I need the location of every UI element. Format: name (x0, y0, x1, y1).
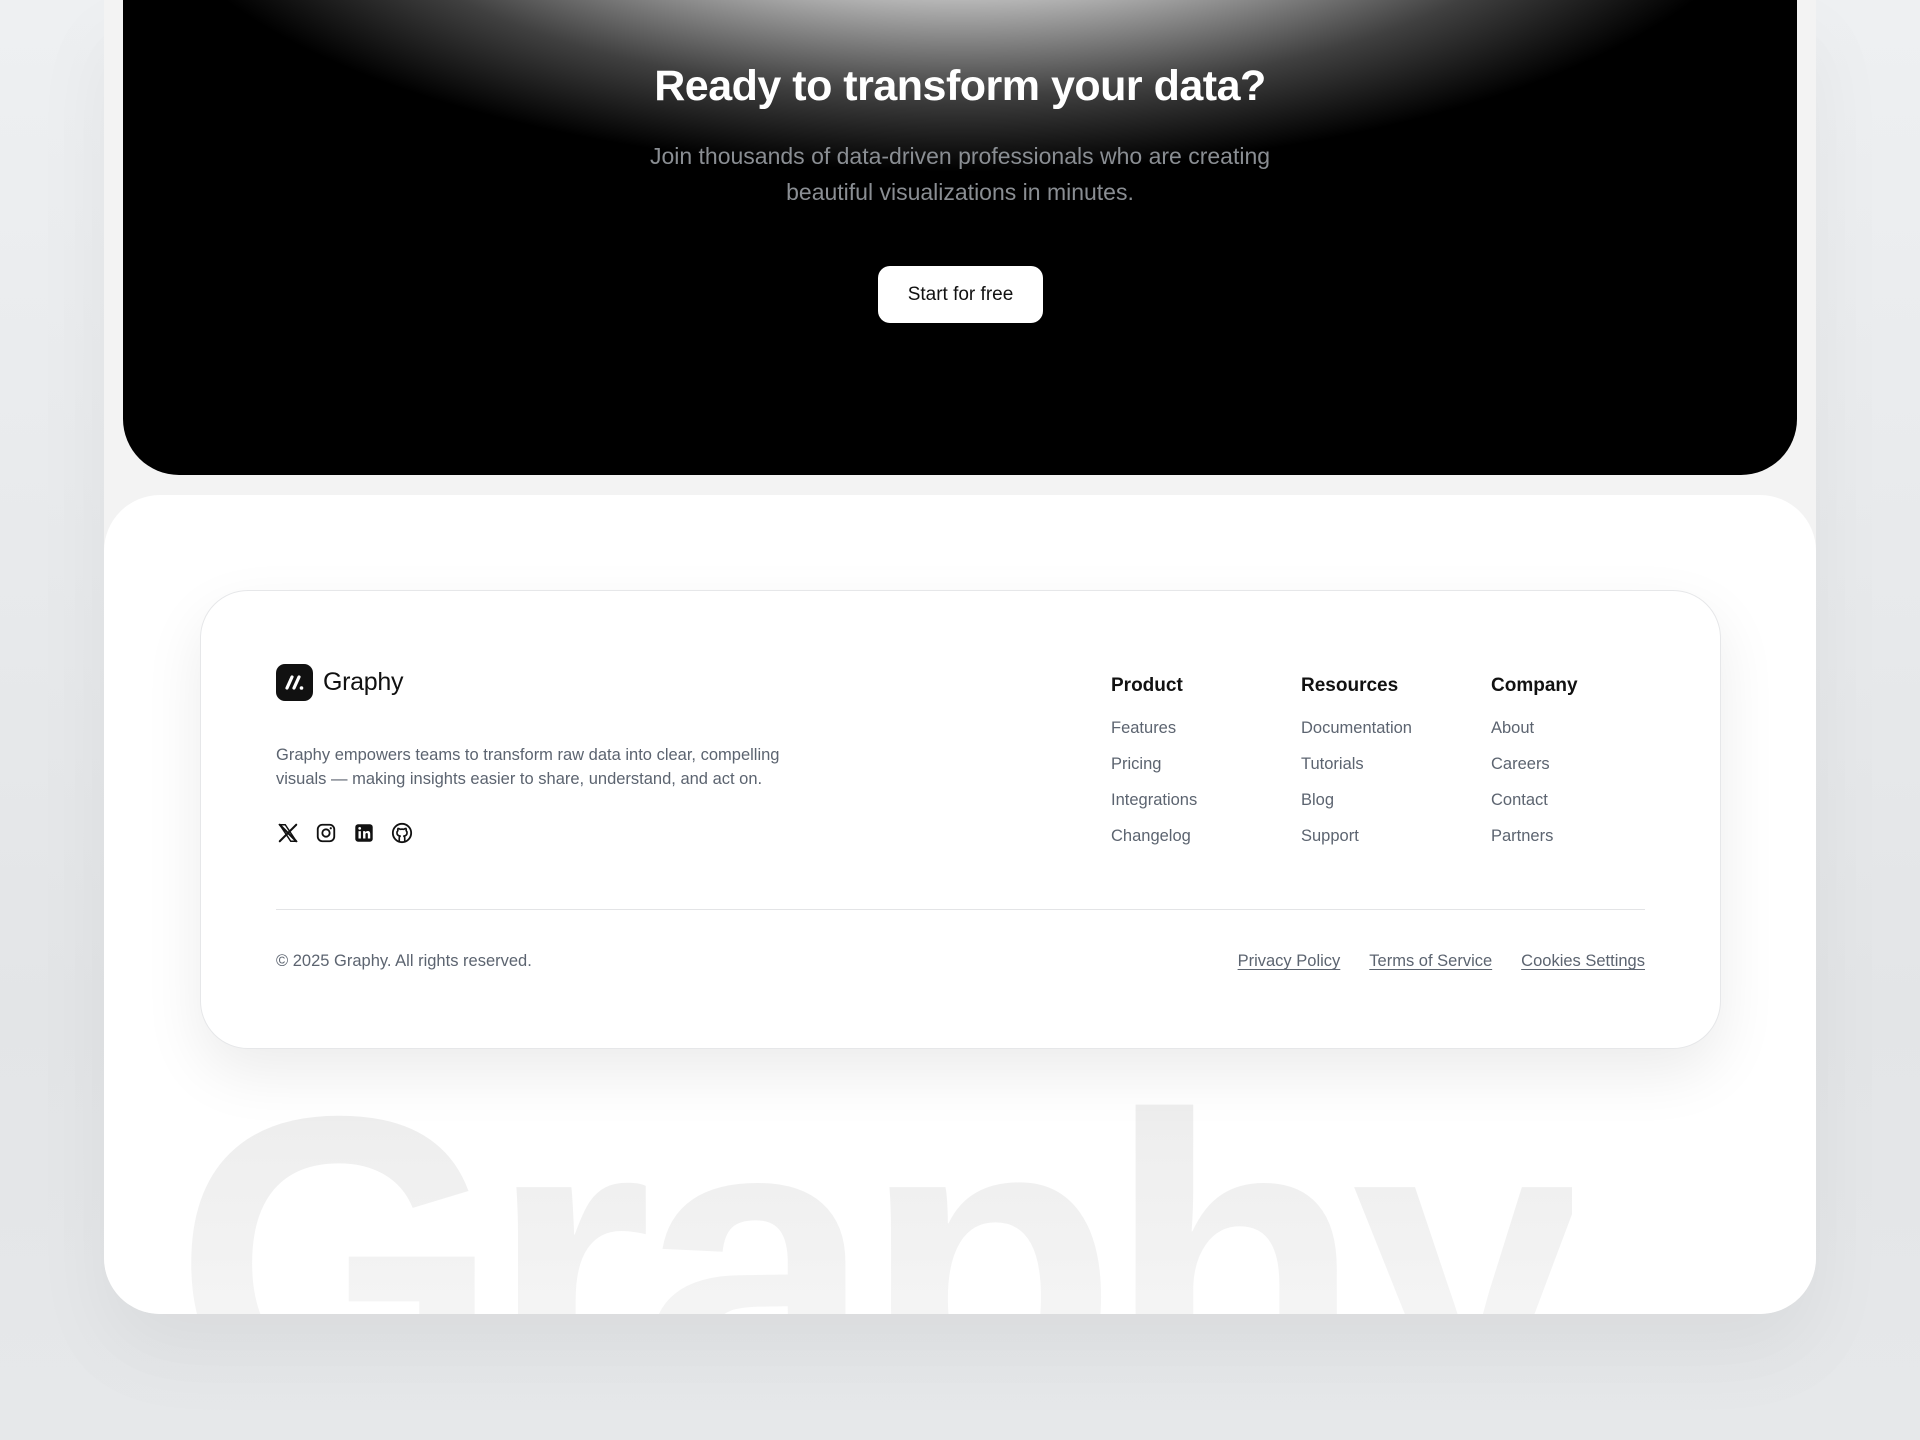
linkedin-icon[interactable] (352, 821, 376, 845)
footer-link-contact[interactable]: Contact (1491, 791, 1681, 810)
footer-column-resources: Resources Documentation Tutorials Blog S… (1301, 675, 1491, 863)
footer-link-blog[interactable]: Blog (1301, 791, 1491, 810)
column-title: Company (1491, 675, 1578, 696)
legal-links: Privacy Policy Terms of Service Cookies … (1238, 952, 1645, 971)
footer-link-support[interactable]: Support (1301, 827, 1491, 846)
column-title: Product (1111, 675, 1183, 696)
footer-column-product: Product Features Pricing Integrations Ch… (1111, 675, 1301, 863)
footer-link-tutorials[interactable]: Tutorials (1301, 755, 1491, 774)
cookies-settings-link[interactable]: Cookies Settings (1521, 952, 1645, 971)
start-for-free-button[interactable]: Start for free (878, 266, 1043, 323)
column-title: Resources (1301, 675, 1399, 696)
footer-link-columns: Product Features Pricing Integrations Ch… (1111, 675, 1681, 863)
instagram-icon[interactable] (314, 821, 338, 845)
cta-section: Ready to transform your data? Join thous… (123, 0, 1797, 475)
github-icon[interactable] (390, 821, 414, 845)
footer-link-partners[interactable]: Partners (1491, 827, 1681, 846)
footer-divider (276, 909, 1645, 910)
brand-description: Graphy empowers teams to transform raw d… (276, 746, 780, 788)
terms-of-service-link[interactable]: Terms of Service (1369, 952, 1492, 971)
footer-link-about[interactable]: About (1491, 719, 1681, 738)
cta-subtitle: Join thousands of data-driven profession… (649, 143, 1271, 205)
footer-link-integrations[interactable]: Integrations (1111, 791, 1301, 810)
x-icon[interactable] (276, 821, 300, 845)
graphy-logo-icon (276, 664, 313, 701)
footer-watermark: Graphy (174, 1055, 1584, 1315)
footer-brand[interactable]: Graphy (276, 664, 403, 701)
footer-link-documentation[interactable]: Documentation (1301, 719, 1491, 738)
footer-link-features[interactable]: Features (1111, 719, 1301, 738)
footer-card: Graphy Graphy empowers teams to transfor… (200, 590, 1721, 1049)
footer-column-company: Company About Careers Contact Partners (1491, 675, 1681, 863)
footer-link-changelog[interactable]: Changelog (1111, 827, 1301, 846)
footer-panel: Graphy Graphy Graphy empowers teams to t… (104, 495, 1816, 1314)
social-links (276, 821, 414, 845)
footer-link-pricing[interactable]: Pricing (1111, 755, 1301, 774)
footer-link-careers[interactable]: Careers (1491, 755, 1681, 774)
copyright-text: © 2025 Graphy. All rights reserved. (276, 952, 532, 970)
brand-name: Graphy (323, 668, 404, 696)
privacy-policy-link[interactable]: Privacy Policy (1238, 952, 1341, 971)
cta-title: Ready to transform your data? (654, 62, 1266, 110)
